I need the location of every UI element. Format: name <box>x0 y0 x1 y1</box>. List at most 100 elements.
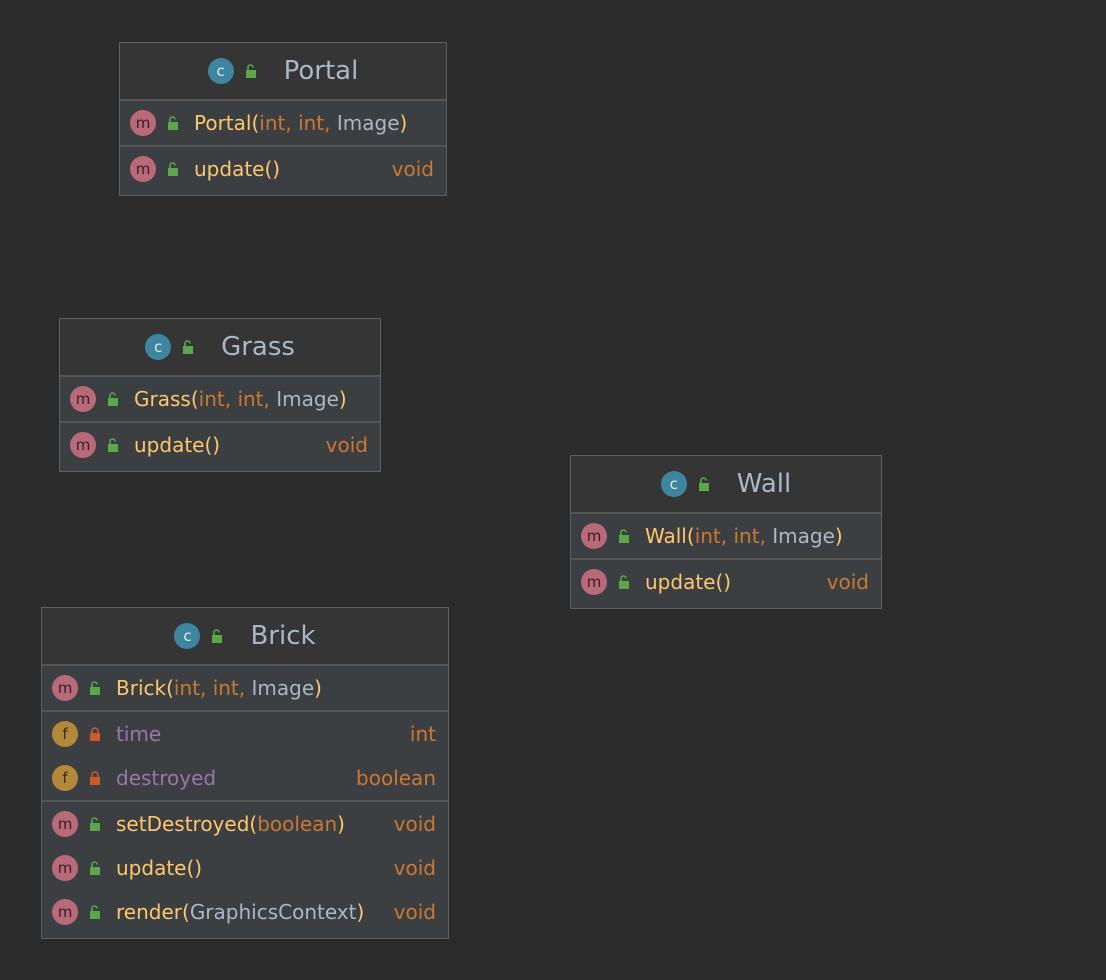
close-paren: ) <box>314 676 322 700</box>
constructors-section: m Wall(int, int, Image) <box>571 514 881 560</box>
comma: , <box>324 111 331 135</box>
constructor-row[interactable]: m Portal(int, int, Image) <box>120 101 446 145</box>
open-paren: ( <box>686 524 695 548</box>
unlocked-padlock-icon <box>88 861 102 875</box>
return-type: void <box>393 856 436 880</box>
close-paren: ) <box>337 812 345 836</box>
method-row[interactable]: m update() void <box>60 423 380 467</box>
close-paren: ) <box>399 111 408 135</box>
open-paren: ( <box>166 676 174 700</box>
constructor-row[interactable]: m Grass(int, int, Image) <box>60 377 380 421</box>
method-row[interactable]: m update() void <box>571 560 881 604</box>
field-type: int <box>409 722 436 746</box>
grass-class-box[interactable]: c Grass m Grass(int, int, Image) m updat… <box>59 318 381 472</box>
unlocked-padlock-icon <box>617 575 631 589</box>
comma: , <box>759 524 766 548</box>
grass-class-header: c Grass <box>60 319 380 377</box>
comma: , <box>238 676 246 700</box>
unlocked-padlock-icon <box>88 905 102 919</box>
unlocked-padlock-icon <box>697 477 711 491</box>
param-type: GraphicsContext <box>189 900 357 924</box>
unlocked-padlock-icon <box>210 629 224 643</box>
brick-class-header: c Brick <box>42 608 448 666</box>
method-row[interactable]: m setDestroyed(boolean) void <box>42 802 448 846</box>
method-icon: m <box>130 110 156 136</box>
field-row[interactable]: f destroyed boolean <box>42 756 448 800</box>
methods-section: m update() void <box>120 147 446 191</box>
portal-class-box[interactable]: c Portal m Portal(int, int, Image) m upd… <box>119 42 447 196</box>
param-type: int <box>298 111 325 135</box>
unlocked-padlock-icon <box>181 340 195 354</box>
unlocked-padlock-icon <box>106 392 120 406</box>
comma: , <box>224 387 232 411</box>
class-name: Wall <box>736 469 792 499</box>
field-type: boolean <box>356 766 436 790</box>
param-type: boolean <box>257 812 338 836</box>
method-name: setDestroyed <box>116 812 250 836</box>
field-name: time <box>116 722 162 746</box>
unlocked-padlock-icon <box>166 116 180 130</box>
field-row[interactable]: f time int <box>42 712 448 756</box>
method-row[interactable]: m render(GraphicsContext) void <box>42 890 448 934</box>
param-type: int <box>694 524 721 548</box>
method-icon: m <box>52 899 78 925</box>
method-row[interactable]: m update() void <box>42 846 448 890</box>
comma: , <box>199 676 207 700</box>
method-icon: m <box>130 156 156 182</box>
parens: () <box>186 856 203 880</box>
constructor-name: Portal <box>194 111 252 135</box>
fields-section: f time int f destroyed boolean <box>42 712 448 802</box>
close-paren: ) <box>834 524 843 548</box>
parens: () <box>715 570 732 594</box>
brick-class-box[interactable]: c Brick m Brick(int, int, Image) f time … <box>41 607 449 939</box>
locked-padlock-icon <box>88 727 102 741</box>
constructor-name: Wall <box>645 524 687 548</box>
wall-class-box[interactable]: c Wall m Wall(int, int, Image) m update(… <box>570 455 882 609</box>
constructors-section: m Portal(int, int, Image) <box>120 101 446 147</box>
class-name: Portal <box>283 56 359 86</box>
method-icon: m <box>52 855 78 881</box>
parens: () <box>204 433 221 457</box>
field-name: destroyed <box>116 766 217 790</box>
method-icon: m <box>581 569 607 595</box>
constructor-row[interactable]: m Brick(int, int, Image) <box>42 666 448 710</box>
comma: , <box>285 111 292 135</box>
constructor-row[interactable]: m Wall(int, int, Image) <box>571 514 881 558</box>
parens: () <box>264 157 281 181</box>
methods-section: m setDestroyed(boolean) void m update() … <box>42 802 448 934</box>
return-type: void <box>391 157 434 181</box>
param-type: int <box>173 676 200 700</box>
method-name: update <box>194 157 265 181</box>
field-icon: f <box>52 765 78 791</box>
param-type: int <box>237 387 264 411</box>
return-type: void <box>393 900 436 924</box>
class-icon: c <box>145 334 172 360</box>
constructor-name: Brick <box>116 676 167 700</box>
open-paren: ( <box>251 111 260 135</box>
constructors-section: m Grass(int, int, Image) <box>60 377 380 423</box>
method-icon: m <box>70 432 96 458</box>
close-paren: ) <box>356 900 365 924</box>
unlocked-padlock-icon <box>88 681 102 695</box>
comma: , <box>263 387 270 411</box>
param-type: Image <box>772 524 835 548</box>
method-name: render <box>116 900 182 924</box>
close-paren: ) <box>338 387 347 411</box>
return-type: void <box>826 570 869 594</box>
field-icon: f <box>52 721 78 747</box>
param-type: Image <box>336 111 400 135</box>
method-name: update <box>116 856 187 880</box>
param-type: int <box>733 524 760 548</box>
method-icon: m <box>70 386 96 412</box>
locked-padlock-icon <box>88 771 102 785</box>
method-icon: m <box>581 523 607 549</box>
unlocked-padlock-icon <box>106 438 120 452</box>
unlocked-padlock-icon <box>617 529 631 543</box>
return-type: void <box>393 812 436 836</box>
param-type: Image <box>251 676 315 700</box>
wall-class-header: c Wall <box>571 456 881 514</box>
method-row[interactable]: m update() void <box>120 147 446 191</box>
class-name: Grass <box>221 332 295 362</box>
class-icon: c <box>660 471 687 497</box>
return-type: void <box>325 433 368 457</box>
